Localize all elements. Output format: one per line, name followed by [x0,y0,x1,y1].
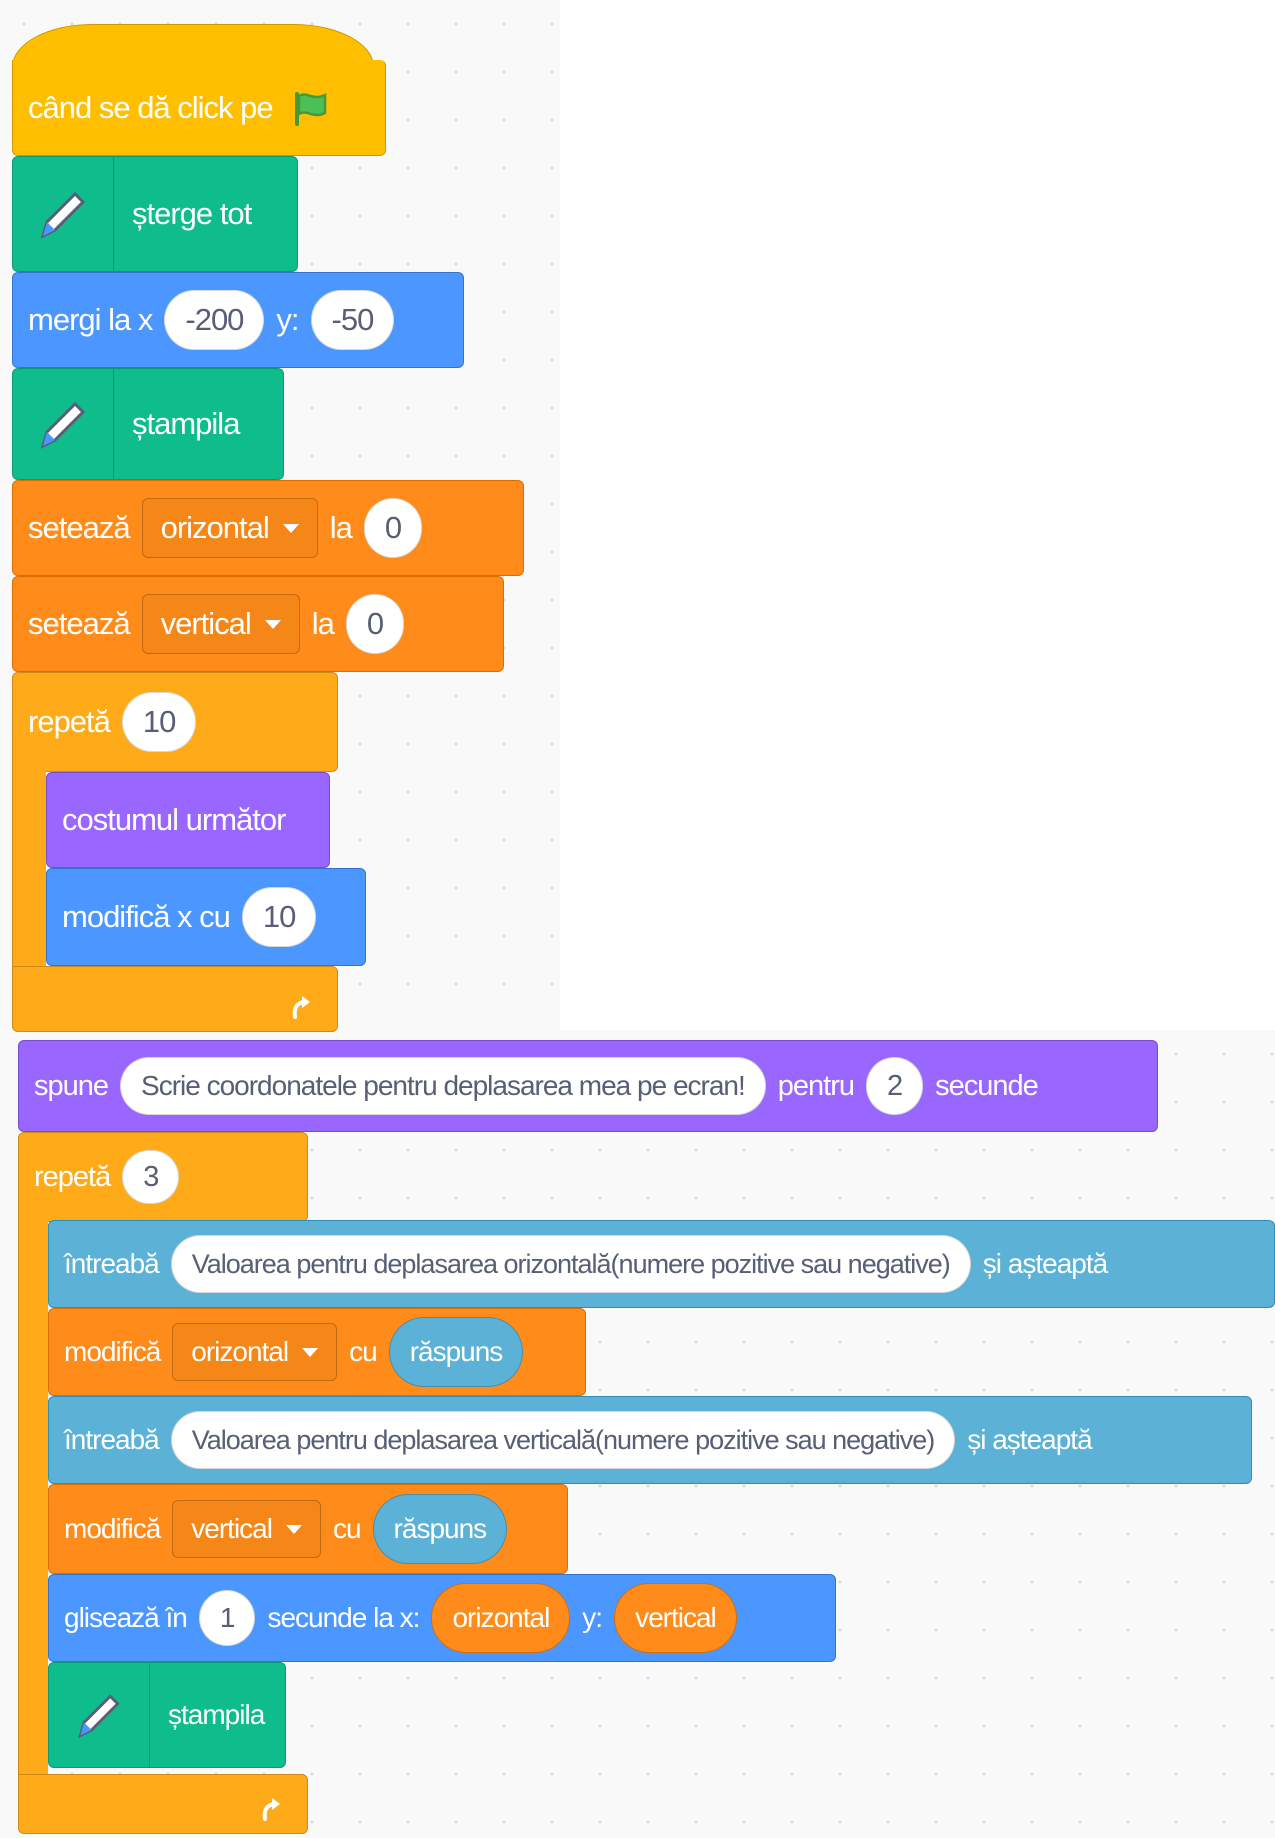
repeat-foot [12,966,338,1032]
repeat-label: repetă [28,704,111,739]
change-x-input[interactable]: 10 [241,887,317,947]
chevron-down-icon [285,1524,302,1534]
repeat-block[interactable]: repetă 3 [18,1132,308,1222]
repeat-count-input[interactable]: 10 [121,692,197,752]
set-label: setează [28,606,131,641]
secs-input[interactable]: 2 [866,1057,924,1115]
change-x-label: modifică x cu [62,899,231,934]
change-x-block[interactable]: modifică x cu 10 [46,868,366,966]
x-input[interactable]: -200 [164,290,265,350]
repeat-foot [18,1774,308,1834]
say-for-secs-block[interactable]: spune Scrie coordonatele pentru deplasar… [18,1040,1158,1132]
glide-secs-label: secunde la x: [267,1602,420,1633]
variable-name: orizontal [191,1336,289,1367]
y-label: y: [582,1602,603,1633]
pen-icon [49,1663,150,1767]
next-costume-block[interactable]: costumul următor [46,772,330,868]
loop-arrow-icon [292,996,310,1019]
to-label: la [329,510,353,545]
question-input[interactable]: Valoarea pentru deplasarea orizontală(nu… [170,1235,971,1293]
y-input[interactable]: -50 [310,290,395,350]
y-label: y: [276,302,299,337]
value-input[interactable]: 0 [345,594,405,654]
to-label: la [311,606,335,641]
change-variable-block-v[interactable]: modifică vertical cu răspuns [48,1484,568,1574]
horizontal-variable-reporter[interactable]: orizontal [431,1583,571,1653]
repeat-arm [12,768,46,968]
erase-all-label: șterge tot [132,196,252,231]
set-variable-block-h[interactable]: setează orizontal la 0 [12,480,524,576]
for-label: pentru [777,1069,855,1102]
ask-label: întreabă [64,1424,160,1455]
wait-label: și așteaptă [967,1424,1092,1455]
loop-arrow-icon [262,1798,280,1821]
stamp-block[interactable]: ștampila [48,1662,286,1768]
pen-icon [13,157,114,271]
question-input[interactable]: Valoarea pentru deplasarea verticală(num… [170,1411,956,1469]
repeat-count-input[interactable]: 3 [122,1150,180,1204]
stamp-block[interactable]: ștampila [12,368,284,480]
answer-reporter[interactable]: răspuns [388,1317,524,1387]
change-label: modifică [64,1513,161,1544]
repeat-block[interactable]: repetă 10 [12,672,338,772]
answer-reporter[interactable]: răspuns [372,1494,508,1564]
chevron-down-icon [264,619,281,629]
chevron-down-icon [282,523,299,533]
variable-name: vertical [160,606,252,641]
ask-label: întreabă [64,1248,160,1279]
stamp-label: ștampila [132,406,240,441]
variable-name: orizontal [160,510,270,545]
next-costume-label: costumul următor [62,802,286,837]
variable-dropdown[interactable]: vertical [141,594,300,654]
change-label: modifică [64,1336,161,1367]
set-variable-block-v[interactable]: setează vertical la 0 [12,576,504,672]
set-label: setează [28,510,131,545]
hat-label: când se dă click pe [28,89,274,125]
glide-label: glisează în [64,1602,188,1633]
secs-label: secunde [935,1069,1039,1102]
by-label: cu [332,1513,362,1544]
go-to-xy-block[interactable]: mergi la x -200 y: -50 [12,272,464,368]
variable-dropdown[interactable]: orizontal [141,498,318,558]
green-flag-icon [294,91,326,126]
go-to-label: mergi la x [28,302,153,337]
repeat-label: repetă [34,1160,111,1193]
variable-name: vertical [191,1513,273,1544]
when-flag-clicked-block[interactable]: când se dă click pe [12,60,386,156]
vertical-variable-reporter[interactable]: vertical [614,1583,737,1653]
variable-dropdown[interactable]: orizontal [172,1323,338,1381]
say-label: spune [34,1069,109,1102]
repeat-arm [18,1218,48,1778]
value-input[interactable]: 0 [363,498,423,558]
chevron-down-icon [302,1347,319,1357]
wait-label: și așteaptă [982,1248,1108,1279]
erase-all-block[interactable]: șterge tot [12,156,298,272]
by-label: cu [349,1336,378,1367]
say-message-input[interactable]: Scrie coordonatele pentru deplasarea mea… [120,1057,766,1115]
pen-icon [13,369,114,479]
variable-dropdown[interactable]: vertical [172,1500,321,1558]
ask-and-wait-block-v[interactable]: întreabă Valoarea pentru deplasarea vert… [48,1396,1252,1484]
glide-to-xy-block[interactable]: glisează în 1 secunde la x: orizontal y:… [48,1574,836,1662]
ask-and-wait-block-h[interactable]: întreabă Valoarea pentru deplasarea oriz… [48,1220,1275,1308]
glide-secs-input[interactable]: 1 [198,1590,256,1646]
stamp-label: ștampila [168,1699,265,1730]
change-variable-block-h[interactable]: modifică orizontal cu răspuns [48,1308,586,1396]
